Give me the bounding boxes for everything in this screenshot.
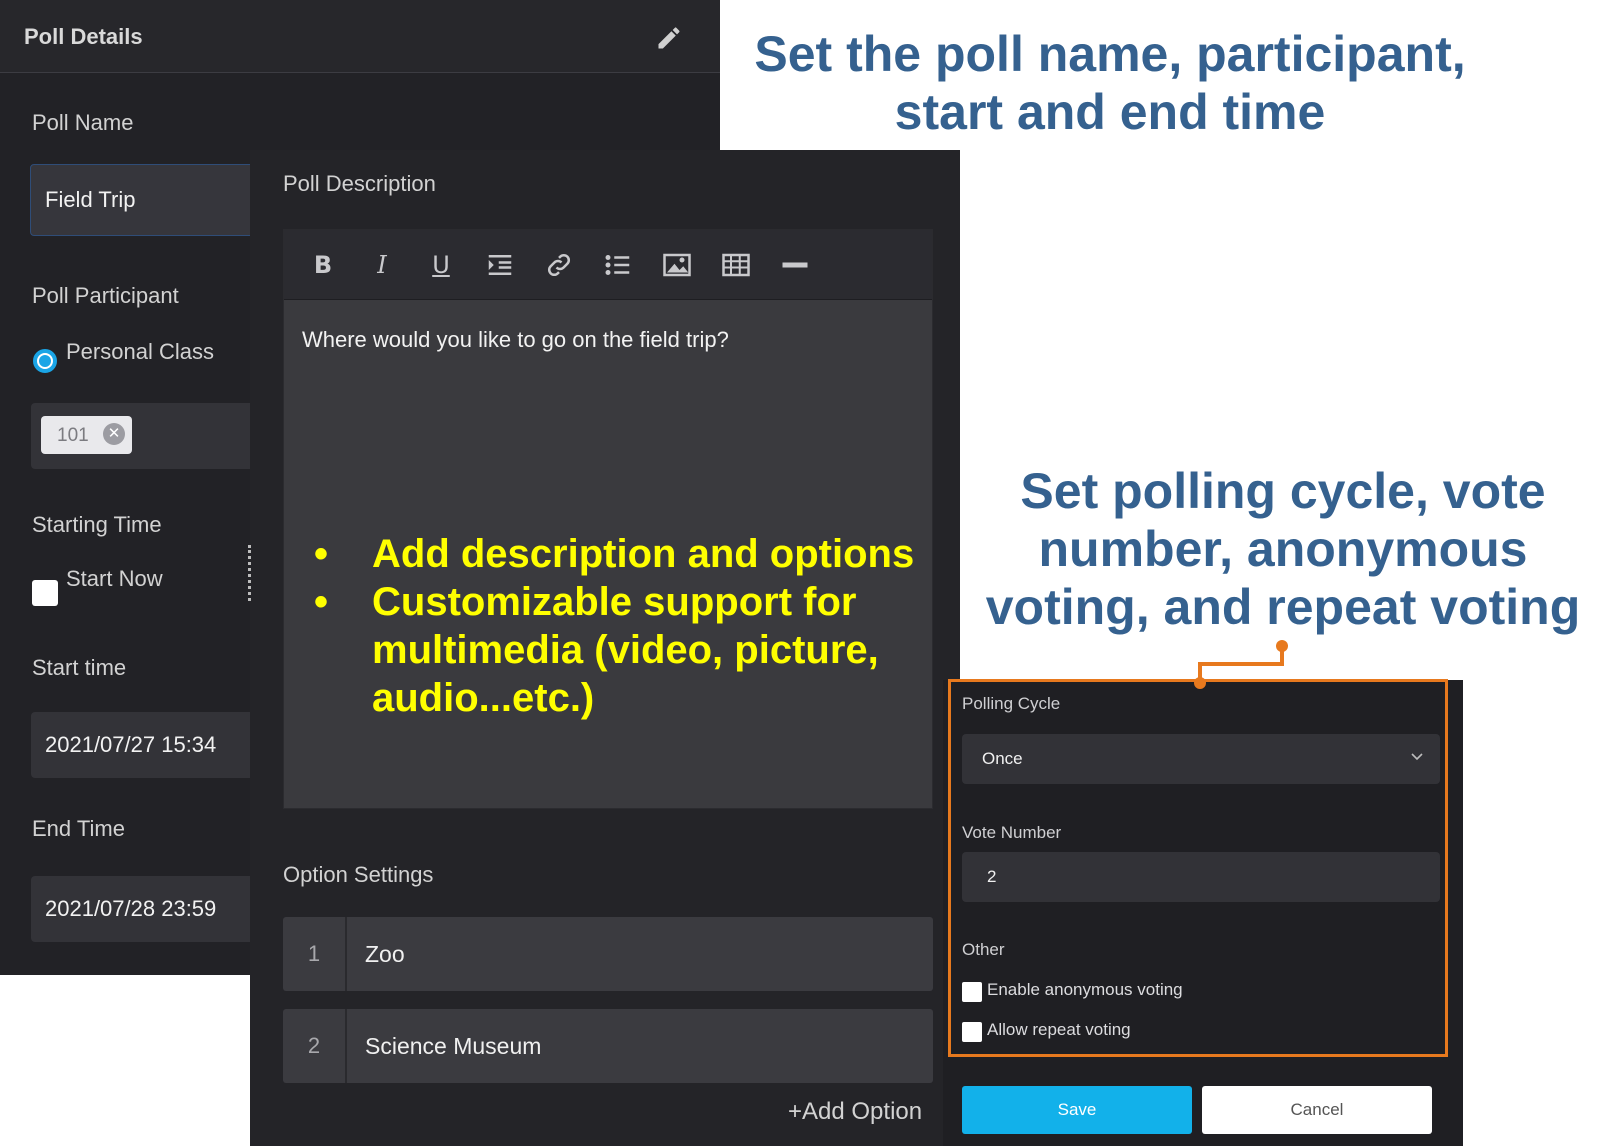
bullet-text: Add description and options	[372, 532, 915, 576]
end-time-label: End Time	[32, 816, 125, 841]
personal-class-radio[interactable]	[33, 349, 57, 373]
bullet-text: Customizable support for multimedia (vid…	[372, 580, 879, 720]
option-settings-label: Option Settings	[283, 862, 434, 887]
other-label: Other	[962, 940, 1005, 959]
vote-number-label: Vote Number	[962, 823, 1062, 842]
image-icon[interactable]	[662, 250, 692, 280]
indent-icon[interactable]	[485, 250, 515, 280]
polling-cycle-select[interactable]: Once	[962, 734, 1440, 784]
pencil-icon[interactable]	[655, 24, 683, 52]
table-icon[interactable]	[721, 250, 751, 280]
description-editor[interactable]: B I U Where would you like to go on the …	[283, 229, 933, 809]
option-row[interactable]: 1 Zoo	[283, 917, 933, 991]
option-row[interactable]: 2 Science Museum	[283, 1009, 933, 1083]
poll-name-label: Poll Name	[32, 110, 134, 135]
italic-icon[interactable]: I	[367, 250, 397, 280]
class-chip: 101 ✕	[41, 416, 132, 454]
starting-time-label: Starting Time	[32, 512, 162, 537]
underline-icon[interactable]: U	[426, 250, 456, 280]
start-time-value: 2021/07/27 15:34	[45, 732, 217, 757]
resize-handle[interactable]	[248, 545, 252, 601]
option-number: 2	[283, 1009, 347, 1083]
vote-number-value: 2	[987, 867, 997, 886]
panel-title: Poll Details	[24, 24, 143, 49]
repeat-voting-label: Allow repeat voting	[987, 1020, 1131, 1039]
remove-chip-icon[interactable]: ✕	[103, 423, 125, 445]
option-text: Zoo	[365, 941, 405, 967]
add-option-button[interactable]: +Add Option	[788, 1098, 922, 1126]
cancel-button[interactable]: Cancel	[1202, 1086, 1432, 1134]
save-button[interactable]: Save	[962, 1086, 1192, 1134]
poll-name-value: Field Trip	[45, 187, 136, 212]
feature-bullets: • Add description and options • Customizab…	[314, 530, 932, 722]
polling-cycle-label: Polling Cycle	[962, 694, 1061, 713]
vote-number-input[interactable]: 2	[962, 852, 1440, 902]
annotation-top: Set the poll name, participant, start an…	[754, 26, 1466, 140]
start-now-checkbox[interactable]	[32, 580, 58, 606]
end-time-value: 2021/07/28 23:59	[45, 896, 217, 921]
start-time-label: Start time	[32, 655, 127, 680]
start-now-label: Start Now	[66, 566, 163, 591]
bullet-item: • Add description and options	[314, 532, 915, 576]
description-text: Where would you like to go on the field …	[302, 327, 729, 352]
editor-toolbar: B I U	[284, 230, 932, 300]
bullet-item: • Customizable support for multimedia (vi…	[314, 580, 879, 720]
anonymous-voting-checkbox[interactable]	[962, 982, 982, 1002]
personal-class-label: Personal Class	[66, 339, 214, 364]
class-selector[interactable]: 101 ✕	[31, 403, 271, 469]
repeat-voting-checkbox[interactable]	[962, 1022, 982, 1042]
bullet-list-icon[interactable]	[603, 250, 633, 280]
annotation-right: Set polling cycle, vote number, anonymou…	[985, 463, 1581, 635]
end-time-input[interactable]: 2021/07/28 23:59	[31, 876, 271, 942]
class-chip-label: 101	[57, 425, 89, 446]
poll-name-input[interactable]: Field Trip	[30, 164, 270, 236]
anonymous-voting-label: Enable anonymous voting	[987, 980, 1183, 999]
horizontal-rule-icon[interactable]	[780, 250, 810, 280]
participant-label: Poll Participant	[32, 283, 179, 308]
start-time-input[interactable]: 2021/07/27 15:34	[31, 712, 271, 778]
chevron-down-icon[interactable]	[1410, 750, 1424, 764]
bold-icon[interactable]: B	[308, 250, 338, 280]
panel-header: Poll Details	[0, 0, 720, 73]
option-text: Science Museum	[365, 1033, 542, 1059]
link-icon[interactable]	[544, 250, 574, 280]
description-label: Poll Description	[283, 171, 436, 196]
option-number: 1	[283, 917, 347, 991]
polling-cycle-value: Once	[982, 749, 1023, 768]
